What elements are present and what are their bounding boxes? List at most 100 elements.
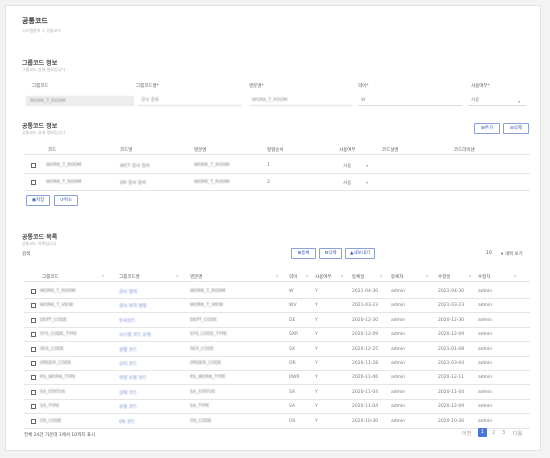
- page-size-select[interactable]: 10: [486, 251, 492, 256]
- col-use[interactable]: 사용여부: [315, 274, 332, 280]
- eng-name-cell[interactable]: SYS_CODE_TYPE: [190, 332, 227, 337]
- group-code-cell[interactable]: SA_TYPE: [40, 404, 59, 409]
- reg-user-cell[interactable]: admin: [391, 375, 405, 380]
- reg-user-cell[interactable]: admin: [391, 303, 405, 308]
- mod-date-cell[interactable]: 2021-04-30: [438, 289, 464, 294]
- use-cell[interactable]: Y: [315, 332, 318, 337]
- group-code-field[interactable]: WORK_T_ROOM: [26, 96, 134, 106]
- reg-user-cell[interactable]: admin: [391, 361, 405, 366]
- mod-user-cell[interactable]: admin: [478, 318, 492, 323]
- row-checkbox[interactable]: [31, 375, 36, 381]
- use-cell[interactable]: 사용: [343, 180, 351, 186]
- row-checkbox[interactable]: [31, 418, 36, 424]
- use-cell[interactable]: Y: [315, 361, 318, 366]
- use-cell[interactable]: Y: [315, 303, 318, 308]
- eng-cell[interactable]: WORK_T_ROOM: [194, 180, 229, 185]
- abbr-cell[interactable]: SXR: [289, 332, 298, 337]
- abbr-field[interactable]: W: [358, 96, 462, 106]
- abbr-cell[interactable]: RWR: [289, 375, 300, 380]
- eng-name-cell[interactable]: OS_CODE: [190, 419, 212, 424]
- code-name-cell[interactable]: WCT 검사 장비: [120, 163, 150, 169]
- row-checkbox[interactable]: [31, 404, 36, 410]
- order-cell[interactable]: 1: [267, 163, 270, 168]
- pager-page-3[interactable]: 3: [502, 430, 505, 436]
- sort-icon[interactable]: ⇅: [469, 274, 472, 278]
- row-checkbox[interactable]: [31, 317, 36, 323]
- register-button[interactable]: ⊞등록: [291, 248, 316, 259]
- row-checkbox[interactable]: [31, 389, 36, 395]
- reg-user-cell[interactable]: admin: [391, 347, 405, 352]
- eng-name-cell[interactable]: RS_WORK_TYPE: [190, 375, 226, 380]
- group-name-cell[interactable]: 부서코드: [119, 318, 136, 324]
- mod-user-cell[interactable]: admin: [478, 303, 492, 308]
- mod-user-cell[interactable]: admin: [478, 390, 492, 395]
- mod-date-cell[interactable]: 2020-12-09: [438, 332, 464, 337]
- abbr-cell[interactable]: WV: [289, 303, 297, 308]
- mod-date-cell[interactable]: 2021-03-04: [438, 361, 464, 366]
- eng-name-cell[interactable]: WORK_T_ROOM: [190, 289, 225, 294]
- mod-date-cell[interactable]: 2020-10-30: [438, 419, 464, 424]
- group-name-cell[interactable]: 작업 유형 코드: [119, 375, 147, 381]
- use-cell[interactable]: Y: [315, 404, 318, 409]
- delete-code-button[interactable]: ⊟삭제: [503, 123, 529, 134]
- reg-date-cell[interactable]: 2020-12-25: [352, 347, 378, 352]
- reg-date-cell[interactable]: 2020-12-30: [352, 318, 378, 323]
- reg-date-cell[interactable]: 2021-03-23: [352, 303, 378, 308]
- reg-user-cell[interactable]: admin: [391, 404, 405, 409]
- reg-date-cell[interactable]: 2021-04-30: [352, 289, 378, 294]
- eng-name-cell[interactable]: ORDER_CODE: [190, 361, 221, 366]
- sort-icon[interactable]: ⇅: [176, 274, 179, 278]
- mod-user-cell[interactable]: admin: [478, 347, 492, 352]
- add-code-button[interactable]: ⊞추가: [474, 123, 500, 134]
- mod-user-cell[interactable]: admin: [478, 289, 492, 294]
- use-cell[interactable]: 사용: [343, 163, 351, 169]
- reg-date-cell[interactable]: 2020-12-09: [352, 332, 378, 337]
- reg-user-cell[interactable]: admin: [391, 318, 405, 323]
- group-code-cell[interactable]: SEX_CODE: [40, 347, 64, 352]
- group-code-cell[interactable]: SA_STATUS: [40, 390, 65, 395]
- eng-name-cell[interactable]: WORK_T_VIEW: [190, 303, 223, 308]
- reg-date-cell[interactable]: 2020-11-04: [352, 404, 378, 409]
- mod-user-cell[interactable]: admin: [478, 361, 492, 366]
- sort-icon[interactable]: ⇅: [380, 274, 383, 278]
- group-name-cell[interactable]: 검사 장비: [119, 289, 137, 295]
- mod-date-cell[interactable]: 2020-12-30: [438, 318, 464, 323]
- col-mod-user[interactable]: 수정자: [478, 274, 490, 280]
- sort-icon[interactable]: ⇅: [102, 274, 105, 278]
- mod-date-cell[interactable]: 2020-12-11: [438, 375, 464, 380]
- col-group[interactable]: 그룹코드: [42, 274, 59, 280]
- sort-icon[interactable]: ⇅: [426, 274, 429, 278]
- eng-name-cell[interactable]: SEX_CODE: [190, 347, 214, 352]
- use-cell[interactable]: Y: [315, 390, 318, 395]
- reg-user-cell[interactable]: admin: [391, 419, 405, 424]
- eng-name-field[interactable]: WORK_T_ROOM: [249, 96, 353, 106]
- eng-name-cell[interactable]: SA_STATUS: [190, 390, 215, 395]
- group-name-cell[interactable]: 상태 코드: [119, 390, 137, 396]
- abbr-cell[interactable]: SA: [289, 404, 295, 409]
- code-row-checkbox[interactable]: [31, 163, 36, 168]
- export-button[interactable]: ▲내보내기: [345, 248, 375, 259]
- col-reg-date[interactable]: 등록일: [352, 274, 364, 280]
- group-code-cell[interactable]: ORDER_CODE: [40, 361, 71, 366]
- col-group-name[interactable]: 그룹코드명: [119, 274, 140, 280]
- reg-date-cell[interactable]: 2020-11-28: [352, 361, 378, 366]
- row-checkbox[interactable]: [31, 303, 36, 309]
- sort-icon[interactable]: ⇅: [306, 274, 309, 278]
- reg-user-cell[interactable]: admin: [391, 289, 405, 294]
- eng-name-cell[interactable]: SA_TYPE: [190, 404, 209, 409]
- group-code-cell[interactable]: OS_CODE: [40, 419, 62, 424]
- pager-page-2[interactable]: 2: [492, 430, 495, 436]
- abbr-cell[interactable]: DE: [289, 318, 295, 323]
- row-checkbox[interactable]: [31, 289, 36, 294]
- abbr-cell[interactable]: SX: [289, 347, 295, 352]
- use-cell[interactable]: Y: [315, 419, 318, 424]
- col-eng[interactable]: 영문명: [190, 274, 202, 280]
- abbr-cell[interactable]: SA: [289, 390, 295, 395]
- col-abbr[interactable]: 약어: [289, 274, 297, 280]
- reg-date-cell[interactable]: 2020-11-06: [352, 375, 378, 380]
- group-code-cell[interactable]: DEPT_CODE: [40, 318, 67, 323]
- group-name-cell[interactable]: 성별 코드: [119, 347, 137, 353]
- col-reg-user[interactable]: 등록자: [391, 274, 403, 280]
- eng-cell[interactable]: WORK_T_ROOM: [194, 163, 229, 168]
- order-cell[interactable]: 2: [267, 180, 270, 185]
